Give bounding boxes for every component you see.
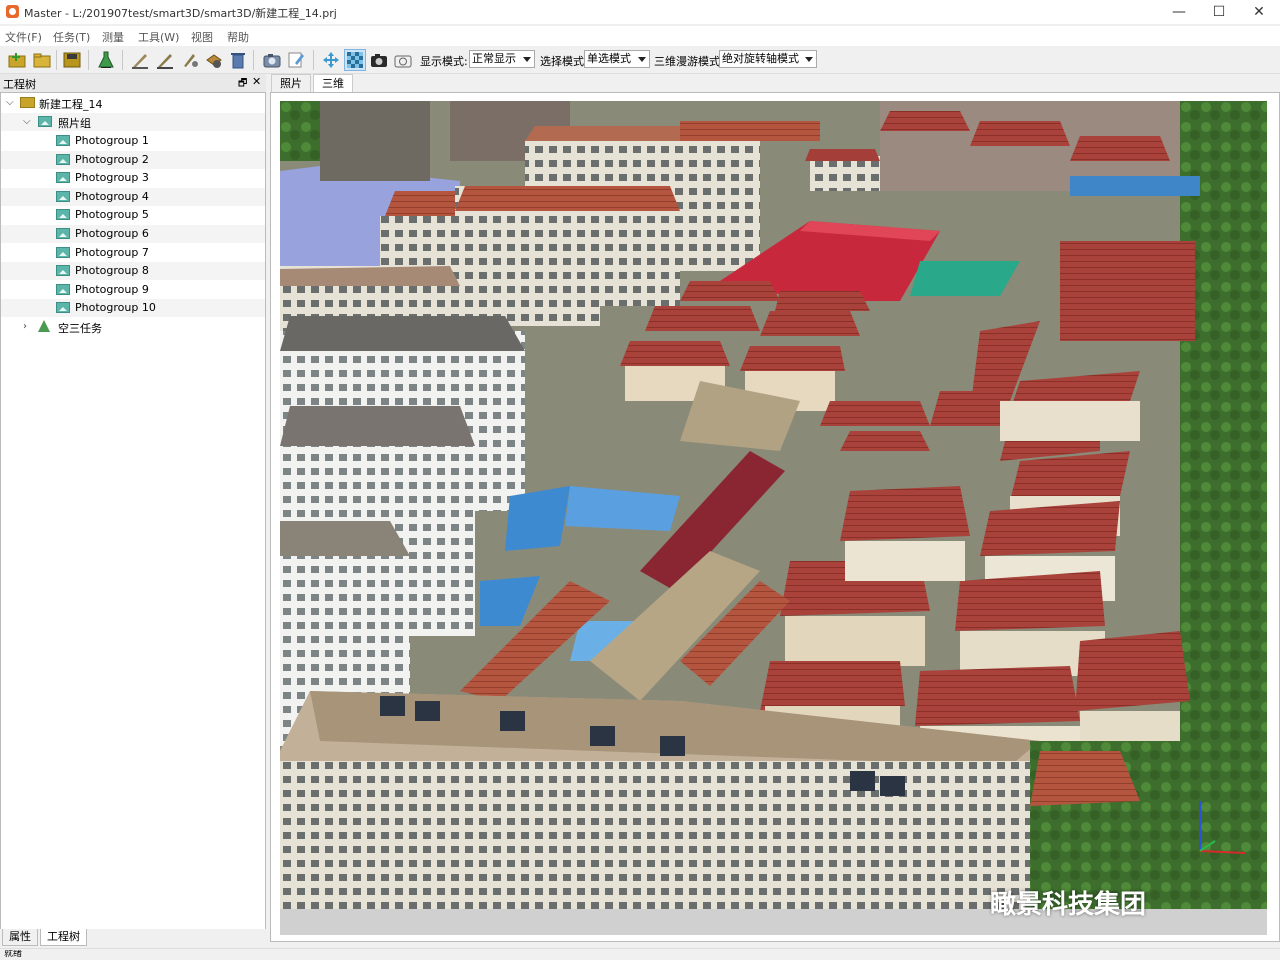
tree-item-photogroup[interactable]: Photogroup 1: [1, 132, 265, 150]
select-mode-value: 单选模式: [587, 52, 631, 65]
photo-group-icon: [56, 209, 70, 221]
photo-group-icon: [56, 153, 70, 165]
tree-item-label: Photogroup 6: [75, 227, 149, 240]
tree-item-label: Photogroup 4: [75, 189, 149, 203]
close-button[interactable]: ✕: [1238, 0, 1280, 24]
menu-task[interactable]: 任务(T): [53, 29, 90, 45]
tree-item-label: 空三任务: [58, 322, 102, 335]
tree-item-label: Photogroup 10: [75, 301, 156, 315]
3d-city-model-render: [280, 101, 1267, 909]
photo-group-icon: [38, 116, 52, 127]
open-folder-icon[interactable]: [31, 49, 53, 71]
menu-measure[interactable]: 测量: [102, 29, 124, 45]
tree-item-photogroup[interactable]: Photogroup 2: [1, 150, 265, 169]
edit-note-icon[interactable]: [285, 49, 307, 71]
tree-item-aerial-task[interactable]: › 空三任务: [1, 318, 265, 336]
tree-item-label: Photogroup 1: [75, 134, 149, 147]
display-mode-value: 正常显示: [472, 52, 516, 65]
delete-icon[interactable]: [227, 49, 249, 71]
menu-bar: 文件(F) 任务(T) 测量 工具(W) 视图 帮助: [0, 26, 1280, 46]
measure-volume-icon[interactable]: [203, 49, 225, 71]
save-icon[interactable]: [61, 49, 83, 71]
navigate-mode-select[interactable]: 绝对旋转轴模式: [719, 50, 817, 68]
tree-item-label: 新建工程_14: [39, 98, 103, 111]
title-bar: Master - L:/201907test/smart3D/smart3D/新…: [0, 0, 1280, 24]
menu-file[interactable]: 文件(F): [5, 29, 42, 45]
photo-group-icon: [56, 190, 70, 202]
texture-mode-icon[interactable]: [344, 49, 366, 71]
tree-item-photo-groups[interactable]: ⌵ 照片组: [1, 113, 265, 131]
tree-item-label: Photogroup 7: [75, 245, 149, 259]
status-bar: 就绪: [0, 948, 1280, 960]
menu-tools[interactable]: 工具(W): [138, 29, 179, 45]
chevron-down-icon: [523, 57, 531, 62]
window-title: Master - L:/201907test/smart3D/smart3D/新…: [24, 7, 337, 20]
menu-help[interactable]: 帮助: [227, 29, 249, 45]
capture-camera-icon[interactable]: [368, 49, 390, 71]
tree-item-label: Photogroup 5: [75, 208, 149, 222]
tree-item-photogroup[interactable]: Photogroup 8: [1, 262, 265, 281]
tree-item-label: Photogroup 3: [75, 171, 149, 185]
app-logo-icon: [6, 5, 19, 18]
close-panel-icon[interactable]: ✕: [252, 75, 261, 88]
chevron-down-icon[interactable]: ⌵: [23, 116, 31, 127]
watermark-text: 瞰景科技集团: [990, 890, 1147, 920]
view-tab-bar: 照片 三维: [270, 74, 1280, 93]
photo-group-icon: [56, 265, 70, 277]
tree-item-label: Photogroup 9: [75, 282, 149, 296]
tree-item-photogroup[interactable]: Photogroup 3: [1, 169, 265, 187]
tab-photos[interactable]: 照片: [271, 74, 311, 93]
photo-camera-icon[interactable]: [392, 49, 414, 71]
tree-item-label: Photogroup 2: [75, 152, 149, 166]
minimize-button[interactable]: —: [1158, 0, 1200, 24]
photo-group-icon: [56, 228, 70, 239]
tab-project-tree[interactable]: 工程树: [40, 929, 87, 946]
photo-group-icon: [56, 172, 70, 184]
tab-properties[interactable]: 属性: [2, 929, 38, 946]
flask-icon: [38, 320, 50, 332]
flask-icon[interactable]: [95, 49, 117, 71]
navigate-mode-label: 三维漫游模式: [654, 55, 720, 68]
measure-pen-icon[interactable]: [129, 49, 151, 71]
photo-group-icon: [56, 283, 70, 295]
new-project-icon[interactable]: [6, 49, 28, 71]
pan-move-icon[interactable]: [320, 49, 342, 71]
tree-item-photogroup[interactable]: Photogroup 7: [1, 244, 265, 262]
tree-item-photogroup[interactable]: Photogroup 4: [1, 187, 265, 206]
project-tree-header: 工程树 🗗 ✕: [0, 74, 266, 93]
display-mode-label: 显示模式:: [420, 55, 468, 68]
measure-line-icon[interactable]: [154, 49, 176, 71]
photo-group-icon: [56, 135, 70, 146]
chevron-down-icon[interactable]: ⌵: [6, 97, 14, 108]
chevron-right-icon[interactable]: ›: [23, 321, 27, 332]
bottom-tab-bar: 属性 工程树: [0, 929, 266, 947]
photo-group-icon: [56, 246, 70, 258]
chevron-down-icon: [638, 57, 646, 62]
3d-viewport[interactable]: [280, 101, 1267, 909]
photo-group-icon: [56, 302, 70, 314]
camera-screenshot-icon[interactable]: [261, 49, 283, 71]
float-panel-icon[interactable]: 🗗: [238, 76, 247, 93]
display-mode-select[interactable]: 正常显示: [469, 50, 535, 68]
navigate-mode-value: 绝对旋转轴模式: [722, 52, 799, 65]
tree-item-photogroup[interactable]: Photogroup 5: [1, 206, 265, 224]
menu-view[interactable]: 视图: [191, 29, 213, 45]
tree-item-photogroup[interactable]: Photogroup 6: [1, 225, 265, 243]
tree-item-label: 照片组: [58, 117, 91, 130]
chevron-down-icon: [805, 57, 813, 62]
tree-item-photogroup[interactable]: Photogroup 9: [1, 281, 265, 299]
tree-item-label: Photogroup 8: [75, 264, 149, 278]
project-tree: ⌵ 新建工程_14 ⌵ 照片组 Photogroup 1 Photogroup 2…: [0, 92, 266, 930]
tree-item-project[interactable]: ⌵ 新建工程_14: [1, 94, 265, 112]
select-mode-label: 选择模式: [540, 55, 584, 68]
tree-item-photogroup[interactable]: Photogroup 10: [1, 299, 265, 318]
toolbar: 显示模式: 正常显示 选择模式 单选模式 三维漫游模式 绝对旋转轴模式: [0, 47, 1280, 74]
maximize-button[interactable]: ☐: [1198, 0, 1240, 24]
measure-area-icon[interactable]: [179, 49, 201, 71]
folder-icon: [20, 97, 35, 108]
select-mode-select[interactable]: 单选模式: [584, 50, 650, 68]
tab-3d[interactable]: 三维: [313, 74, 353, 93]
project-tree-title: 工程树: [3, 78, 36, 91]
